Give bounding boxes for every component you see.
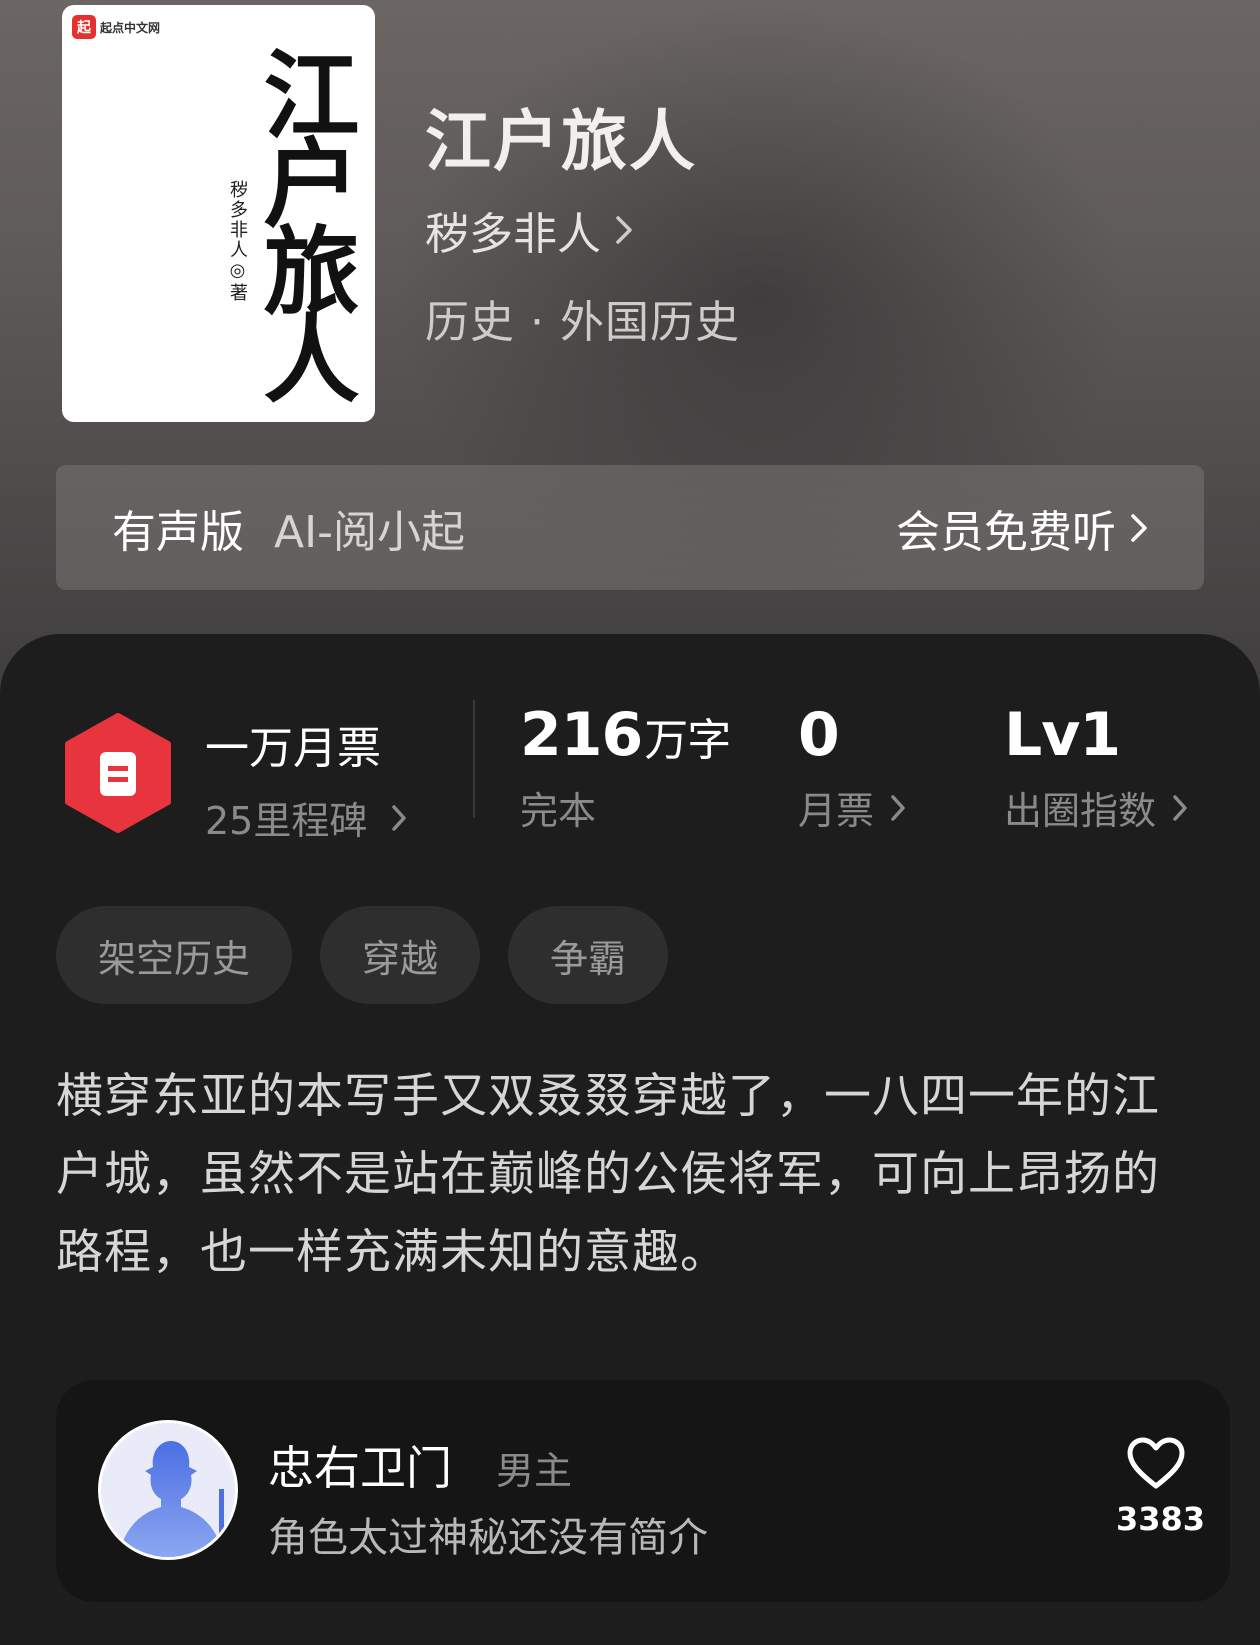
character-silhouette-icon	[101, 1423, 235, 1557]
tag-chip[interactable]: 穿越	[320, 906, 481, 1004]
level-value: Lv1	[1004, 700, 1121, 770]
book-description[interactable]: 横穿东亚的本写手又双叒叕穿越了，一八四一年的江户城，虽然不是站在巅峰的公侯将军，…	[56, 1058, 1206, 1292]
member-free-listen-button[interactable]: 会员免费听	[896, 496, 1148, 560]
milestone-count: 25里程碑	[205, 799, 368, 843]
author-link[interactable]: 秽多非人	[425, 198, 633, 262]
word-count-value: 216	[520, 700, 643, 770]
monthly-ticket-icon	[65, 713, 171, 833]
word-count-stat: 216万字 完本	[520, 700, 731, 835]
like-button[interactable]: 3383	[1116, 1436, 1206, 1538]
qidian-logo-icon: 起	[72, 15, 96, 39]
chevron-right-icon	[1173, 794, 1187, 821]
book-status: 完本	[520, 789, 597, 833]
monthly-milestone[interactable]: 一万月票 25里程碑	[205, 712, 407, 845]
chevron-right-icon	[392, 804, 407, 831]
like-count: 3383	[1116, 1500, 1206, 1538]
book-cover[interactable]: 起 起点中文网 江户旅人 秽多非人◎著	[62, 5, 375, 422]
audio-ai-narrator: AI-阅小起	[274, 506, 465, 558]
popularity-index-label: 出圈指数	[1004, 789, 1157, 833]
audio-label: 有声版	[112, 506, 244, 558]
character-info: 忠右卫门 男主	[268, 1432, 572, 1498]
tag-list: 架空历史 穿越 争霸	[56, 906, 669, 1004]
tag-chip[interactable]: 架空历史	[56, 906, 293, 1004]
stats-divider	[473, 700, 475, 818]
character-avatar[interactable]	[98, 1420, 238, 1560]
monthly-ticket-value: 0	[798, 700, 840, 770]
cover-brand: 起 起点中文网	[72, 15, 160, 39]
book-category: 历史 · 外国历史	[425, 297, 740, 348]
word-count-unit: 万字	[644, 715, 731, 766]
character-intro: 角色太过神秘还没有简介	[268, 1515, 708, 1561]
cover-byline: 秽多非人◎著	[227, 180, 248, 303]
character-name: 忠右卫门	[268, 1441, 452, 1495]
character-role: 男主	[496, 1449, 573, 1493]
member-free-listen-label: 会员免费听	[896, 506, 1116, 558]
popularity-index-stat[interactable]: Lv1 出圈指数	[1004, 700, 1188, 835]
tag-chip[interactable]: 争霸	[508, 906, 669, 1004]
author-name: 秽多非人	[425, 209, 601, 260]
cover-brand-name: 起点中文网	[100, 20, 161, 35]
chevron-right-icon	[616, 216, 632, 244]
monthly-ticket-label: 月票	[798, 789, 875, 833]
book-title: 江户旅人	[425, 102, 697, 180]
audio-version-bar[interactable]: 有声版 AI-阅小起 会员免费听	[56, 465, 1204, 590]
chevron-right-icon	[1131, 513, 1147, 542]
monthly-ticket-stat[interactable]: 0 月票	[798, 700, 906, 835]
heart-icon	[1127, 1437, 1185, 1489]
monthly-ticket-title: 一万月票	[205, 723, 381, 774]
chevron-right-icon	[891, 794, 905, 821]
